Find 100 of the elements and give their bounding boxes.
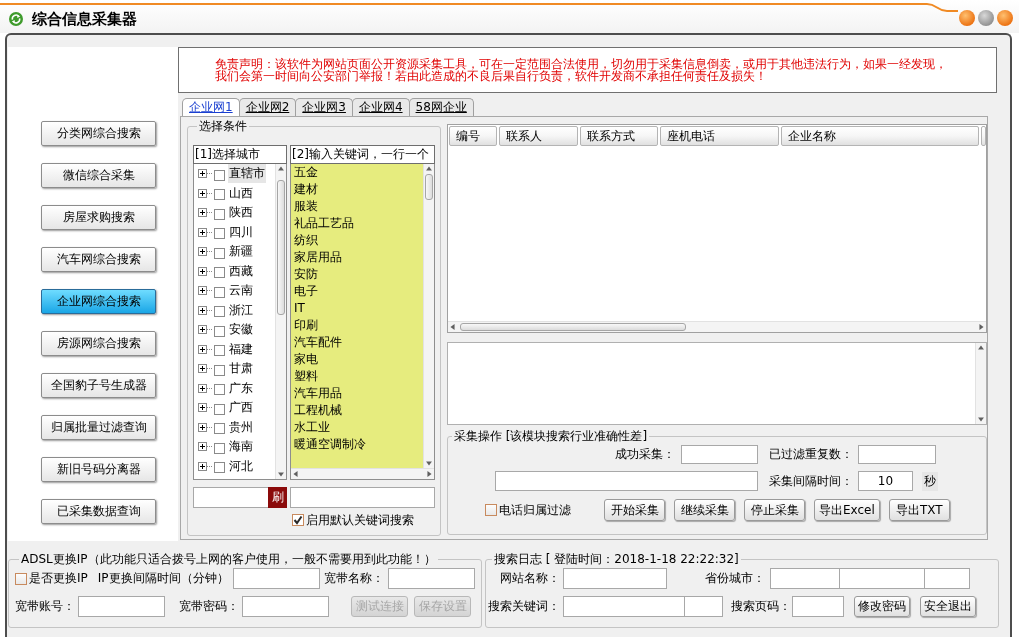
checkbox[interactable] bbox=[214, 403, 225, 415]
expand-icon[interactable] bbox=[198, 422, 213, 432]
expand-icon[interactable] bbox=[198, 286, 213, 296]
city-item[interactable]: 西藏 bbox=[228, 261, 254, 281]
city-item[interactable]: 直辖市 bbox=[228, 164, 266, 184]
left-arrow-icon[interactable] bbox=[293, 470, 298, 478]
sidebar-button[interactable]: 新旧号码分离器 bbox=[41, 457, 156, 482]
checkbox[interactable] bbox=[214, 423, 225, 435]
city-item[interactable]: 云南 bbox=[228, 281, 254, 301]
vertical-scrollbar[interactable] bbox=[275, 164, 286, 479]
expand-icon[interactable] bbox=[198, 344, 213, 354]
city-item[interactable]: 甘肃 bbox=[228, 359, 254, 379]
up-arrow-icon[interactable] bbox=[425, 166, 433, 171]
expand-icon[interactable] bbox=[198, 305, 213, 315]
action-button[interactable]: 停止采集 bbox=[744, 499, 805, 521]
expand-icon[interactable] bbox=[198, 227, 213, 237]
sidebar-button[interactable]: 汽车网综合搜索 bbox=[41, 247, 156, 272]
expand-icon[interactable] bbox=[198, 247, 213, 257]
checkbox[interactable] bbox=[15, 572, 27, 585]
sidebar-button[interactable]: 微信综合采集 bbox=[41, 163, 156, 188]
down-arrow-icon[interactable] bbox=[977, 417, 985, 422]
city-item[interactable]: 四川 bbox=[228, 222, 254, 242]
page-number-field[interactable] bbox=[792, 596, 844, 617]
checkbox[interactable] bbox=[214, 345, 225, 357]
search-keyword-field[interactable] bbox=[563, 596, 685, 617]
ip-interval-field[interactable] bbox=[232, 568, 320, 589]
checkbox[interactable] bbox=[214, 208, 225, 220]
column-header[interactable]: 企业名称 bbox=[781, 126, 979, 146]
tab[interactable]: 58网企业 bbox=[408, 98, 474, 116]
tab[interactable]: 企业网1 bbox=[182, 98, 240, 116]
password-field[interactable] bbox=[242, 596, 329, 617]
down-arrow-icon[interactable] bbox=[425, 461, 433, 466]
checkbox-label[interactable]: 电话归属过滤 bbox=[499, 501, 571, 519]
city-item[interactable]: 新疆 bbox=[228, 242, 254, 262]
checkbox[interactable] bbox=[214, 306, 225, 318]
scrollbar-thumb[interactable] bbox=[425, 173, 433, 200]
scrollbar-thumb[interactable] bbox=[277, 180, 285, 316]
round-button-icon[interactable] bbox=[959, 10, 975, 26]
expand-icon[interactable] bbox=[198, 208, 213, 218]
sidebar-button[interactable]: 全国豹子号生成器 bbox=[41, 373, 156, 398]
duplicate-count-field[interactable] bbox=[858, 445, 936, 464]
status-field[interactable] bbox=[495, 471, 758, 491]
action-button[interactable]: 导出TXT bbox=[888, 499, 950, 521]
checkbox-label[interactable]: 是否更换IP bbox=[29, 570, 88, 587]
vertical-scrollbar[interactable] bbox=[423, 164, 434, 468]
tab[interactable]: 企业网3 bbox=[295, 98, 353, 116]
column-header[interactable]: 编号 bbox=[449, 126, 497, 146]
city-item[interactable]: 安徽 bbox=[228, 320, 254, 340]
column-header[interactable]: 座机电话 bbox=[660, 126, 779, 146]
action-button[interactable]: 继续采集 bbox=[674, 499, 735, 521]
expand-icon[interactable] bbox=[198, 383, 213, 393]
horizontal-scrollbar[interactable] bbox=[448, 321, 986, 332]
city-item[interactable]: 广东 bbox=[228, 378, 254, 398]
city-item[interactable]: 海南 bbox=[228, 437, 254, 457]
down-arrow-icon[interactable] bbox=[277, 472, 285, 477]
checkbox[interactable] bbox=[214, 286, 225, 298]
keyword-text-area[interactable]: 五金 建材 服装 礼品工艺品 纺织 家居用品 安防 电子 IT 印刷 汽车配件 家电 塑料 汽车用品 工程机械 水工业 暖通空调制冷 bbox=[290, 164, 435, 480]
checkbox[interactable] bbox=[214, 325, 225, 337]
scrollbar-thumb[interactable] bbox=[460, 323, 686, 331]
right-arrow-icon[interactable] bbox=[979, 323, 984, 331]
checkbox[interactable] bbox=[214, 267, 225, 279]
sidebar-button[interactable]: 企业网综合搜索 bbox=[41, 289, 156, 314]
city-field[interactable] bbox=[840, 568, 925, 589]
expand-icon[interactable] bbox=[198, 169, 213, 179]
checkbox[interactable] bbox=[214, 247, 225, 259]
city-item[interactable]: 浙江 bbox=[228, 300, 254, 320]
success-count-field[interactable] bbox=[681, 445, 758, 464]
tab[interactable]: 企业网2 bbox=[238, 98, 297, 116]
account-button[interactable]: 修改密码 bbox=[854, 596, 910, 617]
expand-icon[interactable] bbox=[198, 325, 213, 335]
sidebar-button[interactable]: 归属批量过滤查询 bbox=[41, 415, 156, 440]
checkbox[interactable] bbox=[214, 462, 225, 474]
checkbox[interactable] bbox=[292, 514, 304, 526]
keyword-extra-field[interactable] bbox=[685, 596, 723, 617]
checkbox[interactable] bbox=[214, 228, 225, 240]
checkbox-label[interactable]: 启用默认关键词搜索 bbox=[306, 511, 414, 529]
account-button[interactable]: 安全退出 bbox=[920, 596, 976, 617]
sidebar-button[interactable]: 已采集数据查询 bbox=[41, 499, 156, 524]
city-item[interactable]: 福建 bbox=[228, 339, 254, 359]
up-arrow-icon[interactable] bbox=[277, 166, 285, 171]
checkbox[interactable] bbox=[214, 169, 225, 181]
site-name-field[interactable] bbox=[563, 568, 667, 589]
expand-icon[interactable] bbox=[198, 403, 213, 413]
city-item[interactable]: 陕西 bbox=[228, 203, 254, 223]
expand-icon[interactable] bbox=[198, 461, 213, 471]
city-item[interactable]: 河北 bbox=[228, 456, 254, 476]
account-field[interactable] bbox=[78, 596, 165, 617]
expand-icon[interactable] bbox=[198, 442, 213, 452]
column-header[interactable] bbox=[981, 126, 986, 146]
district-field[interactable] bbox=[925, 568, 970, 589]
expand-icon[interactable] bbox=[198, 266, 213, 276]
round-button-icon[interactable] bbox=[997, 10, 1013, 26]
horizontal-scrollbar[interactable] bbox=[291, 468, 434, 479]
round-button-icon[interactable] bbox=[978, 10, 994, 26]
column-header[interactable]: 联系方式 bbox=[580, 126, 658, 146]
sidebar-button[interactable]: 房源网综合搜索 bbox=[41, 331, 156, 356]
vertical-scrollbar[interactable] bbox=[975, 343, 986, 424]
checkbox[interactable] bbox=[214, 364, 225, 376]
broadband-name-field[interactable] bbox=[387, 568, 475, 589]
refresh-button[interactable]: 刷 bbox=[268, 487, 287, 508]
